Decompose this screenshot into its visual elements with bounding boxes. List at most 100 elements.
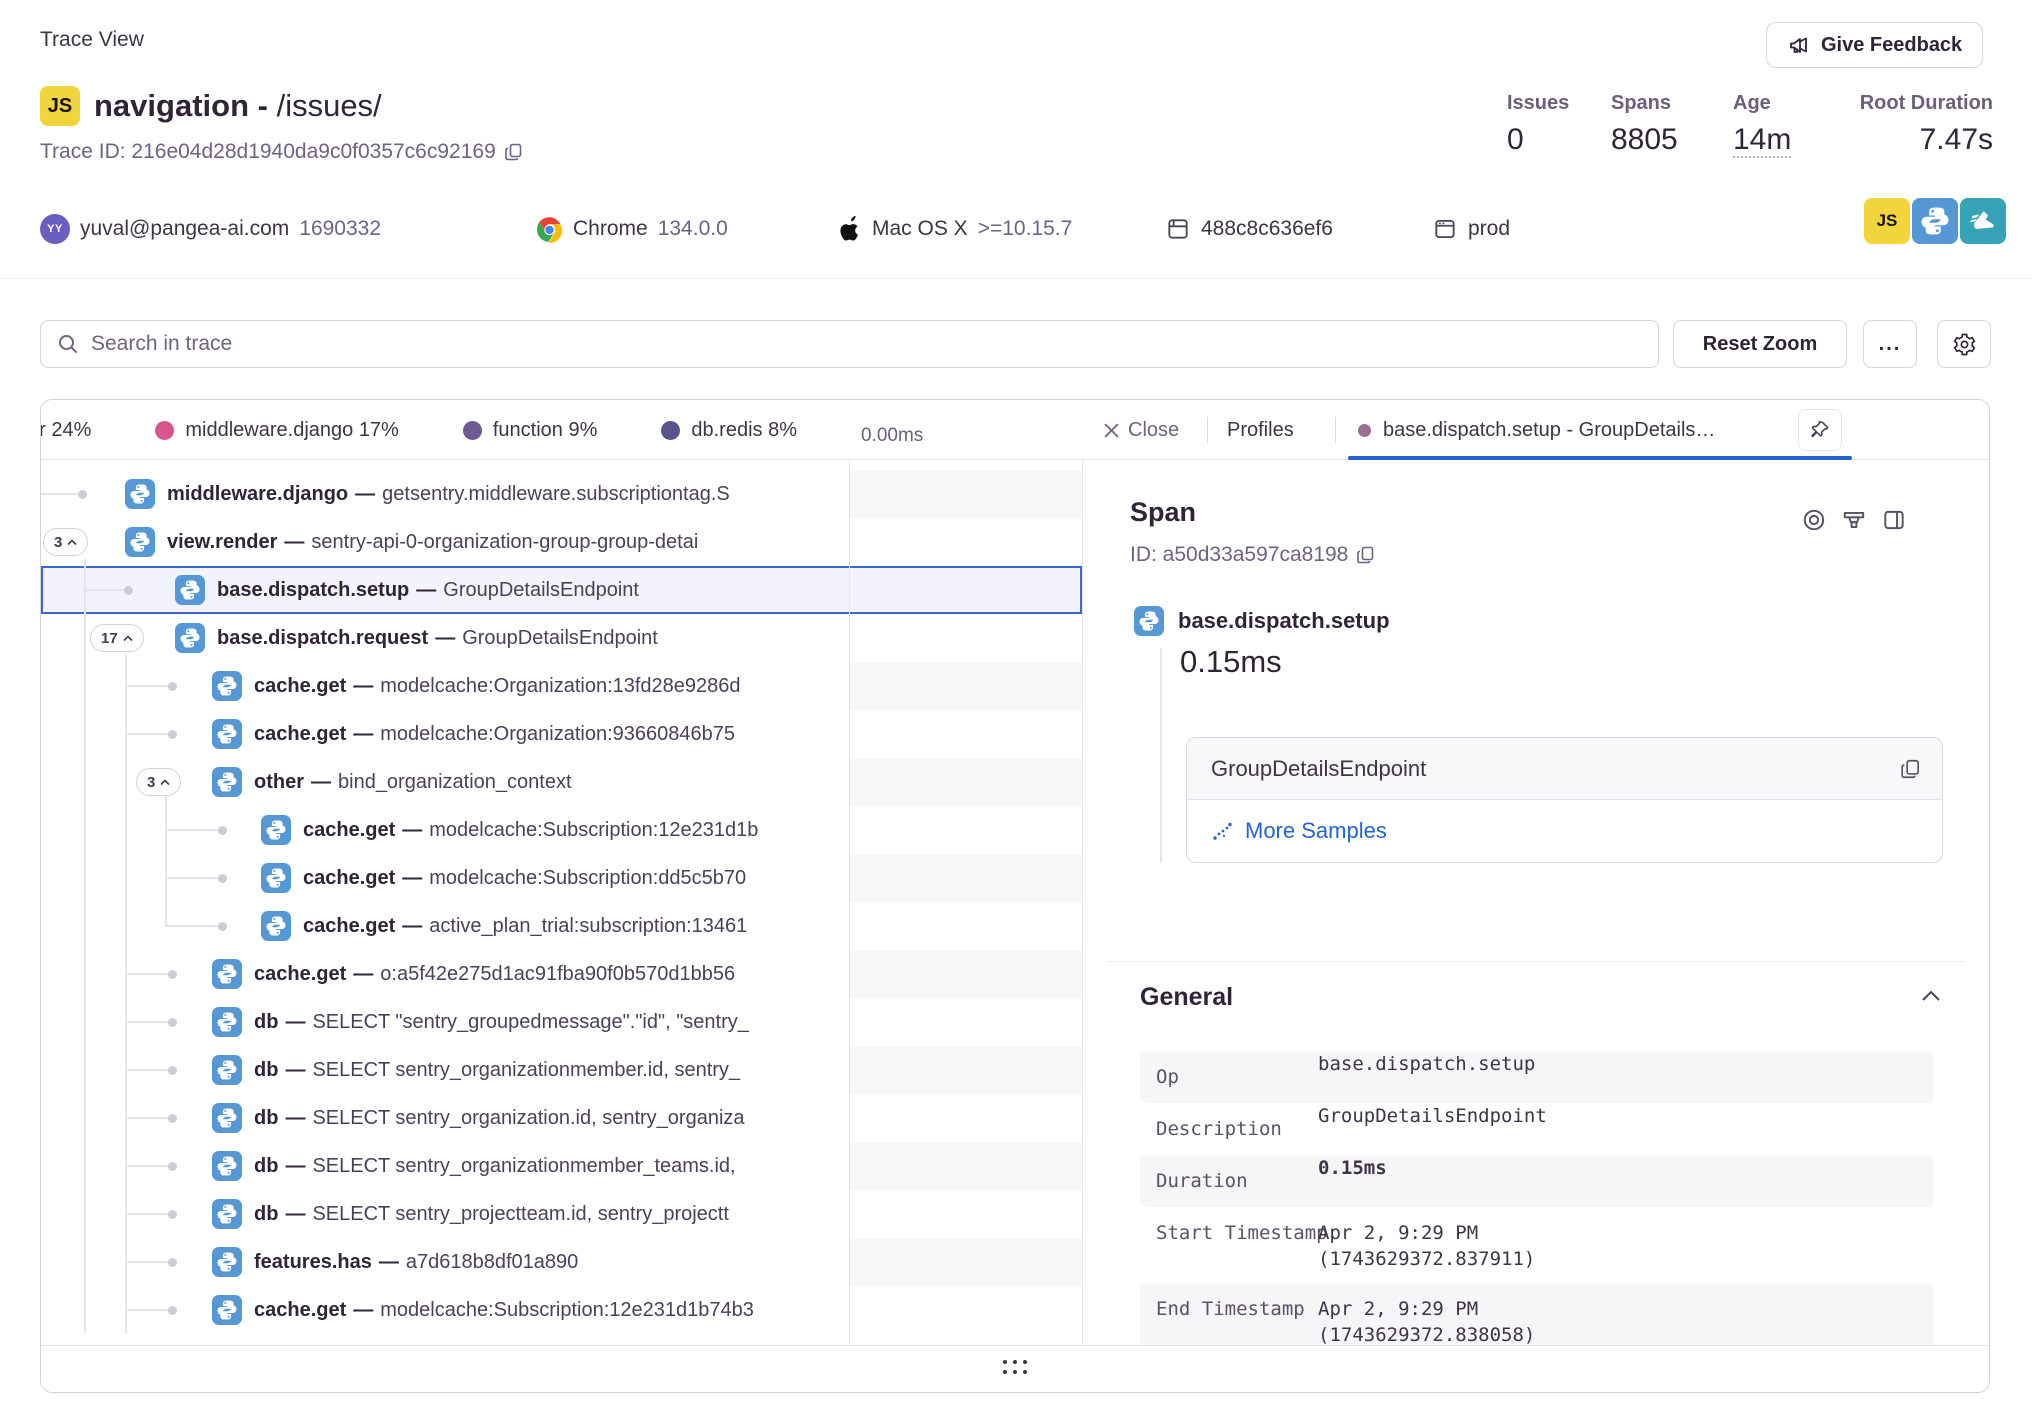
trace-row[interactable]: cache.get—modelcache:Subscription:12e231… xyxy=(41,806,849,854)
separator: — xyxy=(435,627,455,649)
chevron-up-icon xyxy=(123,635,133,642)
tree-connector xyxy=(125,685,172,687)
chevron-up-icon xyxy=(160,779,170,786)
reset-zoom-button[interactable]: Reset Zoom xyxy=(1673,320,1847,368)
tree-connector xyxy=(165,877,222,879)
user-meta: YY yuval@pangea-ai.com 1690332 xyxy=(40,212,381,246)
split-view-button[interactable] xyxy=(1874,503,1914,537)
separator: — xyxy=(353,963,373,985)
tree-waterfall-divider[interactable] xyxy=(849,400,850,1345)
search-input[interactable] xyxy=(91,332,1642,356)
trace-row[interactable]: cache.get—o:a5f42e275d1ac91fba90f0b570d1… xyxy=(41,950,849,998)
trace-row[interactable]: db—SELECT sentry_organizationmember.id, … xyxy=(41,1046,849,1094)
trace-row[interactable]: db—SELECT sentry_projectteam.id, sentry_… xyxy=(41,1190,849,1238)
tab-profiles[interactable]: Profiles xyxy=(1227,400,1294,460)
span-description: GroupDetailsEndpoint xyxy=(443,579,639,601)
python-icon xyxy=(212,1103,242,1133)
focus-span-button[interactable] xyxy=(1794,503,1834,537)
drag-handle[interactable] xyxy=(1003,1360,1027,1374)
span-description: SELECT sentry_organization.id, sentry_or… xyxy=(312,1107,744,1129)
legend-item[interactable]: or 24% xyxy=(41,419,91,442)
tree-connector xyxy=(125,1117,172,1119)
waterfall-panel-divider[interactable] xyxy=(1082,400,1083,1345)
trace-row[interactable]: cache.get—modelcache:Organization:13fd28… xyxy=(41,662,849,710)
tree-connector-dot xyxy=(218,874,227,883)
tree-connector xyxy=(125,1261,172,1263)
span-op: cache.get xyxy=(254,723,346,745)
span-op: cache.get xyxy=(254,1299,346,1321)
waterfall-row xyxy=(849,854,1082,902)
samples-scatter-icon xyxy=(1211,820,1233,842)
legend-item[interactable]: db.redis 8% xyxy=(661,419,797,442)
close-panel-button[interactable]: Close xyxy=(1103,400,1179,460)
python-icon xyxy=(212,767,242,797)
search-in-trace[interactable] xyxy=(40,320,1659,368)
waterfall-row xyxy=(849,758,1082,806)
settings-button[interactable] xyxy=(1937,320,1991,368)
more-samples-link[interactable]: More Samples xyxy=(1187,800,1942,862)
trace-row[interactable]: db—SELECT sentry_organizationmember_team… xyxy=(41,1142,849,1190)
tree-connector-dot xyxy=(168,1162,177,1171)
python-icon xyxy=(1134,606,1164,636)
separator: — xyxy=(402,819,422,841)
trace-row[interactable]: cache.get—modelcache:Subscription:dd5c5b… xyxy=(41,854,849,902)
trace-title: navigation - /issues/ xyxy=(94,88,382,124)
user-email: yuval@pangea-ai.com xyxy=(80,217,289,241)
trace-row[interactable]: 3 view.render—sentry-api-0-organization-… xyxy=(41,518,849,566)
more-options-button[interactable]: ... xyxy=(1863,320,1917,368)
gear-icon xyxy=(1952,332,1977,357)
python-icon xyxy=(1912,198,1958,244)
trace-row[interactable]: cache.get—modelcache:Organization:936608… xyxy=(41,710,849,758)
copy-icon[interactable] xyxy=(1900,758,1922,780)
give-feedback-button[interactable]: Give Feedback xyxy=(1766,22,1983,68)
trace-row[interactable]: features.has—a7d618b8df01a890 xyxy=(41,1238,849,1286)
python-icon xyxy=(212,671,242,701)
span-op-row: base.dispatch.setup xyxy=(1134,606,1390,636)
children-count-pill[interactable]: 3 xyxy=(136,768,181,796)
window-icon xyxy=(1432,216,1458,242)
copy-icon[interactable] xyxy=(1356,545,1376,565)
tab-divider xyxy=(1207,417,1208,443)
separator: — xyxy=(355,483,375,505)
span-description: o:a5f42e275d1ac91fba90f0b570d1bb56 xyxy=(380,963,735,985)
browser-name: Chrome xyxy=(573,217,648,241)
projection-button[interactable] xyxy=(1834,503,1874,537)
collapse-general-button[interactable] xyxy=(1920,989,1942,1003)
trace-row[interactable]: cache.get—active_plan_trial:subscription… xyxy=(41,902,849,950)
python-icon xyxy=(125,527,155,557)
trace-row[interactable]: db—SELECT "sentry_groupedmessage"."id", … xyxy=(41,998,849,1046)
browser-version: 134.0.0 xyxy=(658,217,728,241)
span-description: modelcache:Subscription:dd5c5b70 xyxy=(429,867,746,889)
python-icon xyxy=(261,815,291,845)
children-count-pill[interactable]: 3 xyxy=(43,528,88,556)
tree-connector xyxy=(165,829,222,831)
target-icon xyxy=(1801,507,1827,533)
span-op: db xyxy=(254,1155,278,1177)
tree-connector-dot xyxy=(168,682,177,691)
legend-item[interactable]: function 9% xyxy=(463,419,598,442)
separator: — xyxy=(402,867,422,889)
span-id: ID: a50d33a597ca8198 xyxy=(1130,543,1376,567)
trace-row[interactable]: cache.get—modelcache:Subscription:12e231… xyxy=(41,1286,849,1334)
browser-meta: Chrome 134.0.0 xyxy=(536,212,728,246)
children-count-pill[interactable]: 17 xyxy=(90,624,144,652)
python-icon xyxy=(212,1247,242,1277)
tree-connector xyxy=(125,1309,172,1311)
separator: — xyxy=(402,915,422,937)
waterfall-row xyxy=(849,1238,1082,1286)
waterfall-row xyxy=(849,470,1082,518)
stat-spans: Spans8805 xyxy=(1611,92,1678,157)
legend-item[interactable]: middleware.django 17% xyxy=(155,419,398,442)
tab-span-details[interactable]: base.dispatch.setup - GroupDetails… xyxy=(1358,400,1715,460)
copy-icon[interactable] xyxy=(504,142,524,162)
trace-row[interactable]: 3 other—bind_organization_context xyxy=(41,758,849,806)
trace-row[interactable]: middleware.django—getsentry.middleware.s… xyxy=(41,470,849,518)
trace-row[interactable]: db—SELECT sentry_organization.id, sentry… xyxy=(41,1094,849,1142)
trace-row[interactable]: base.dispatch.setup—GroupDetailsEndpoint xyxy=(41,566,849,614)
separator: — xyxy=(353,1299,373,1321)
span-detail-panel: Span xyxy=(1082,461,1989,1345)
stat-age[interactable]: Age14m xyxy=(1733,92,1791,158)
trace-row[interactable]: 17 base.dispatch.request—GroupDetailsEnd… xyxy=(41,614,849,662)
general-value: GroupDetailsEndpoint xyxy=(1318,1103,1547,1129)
pin-tab-button[interactable] xyxy=(1798,409,1842,451)
